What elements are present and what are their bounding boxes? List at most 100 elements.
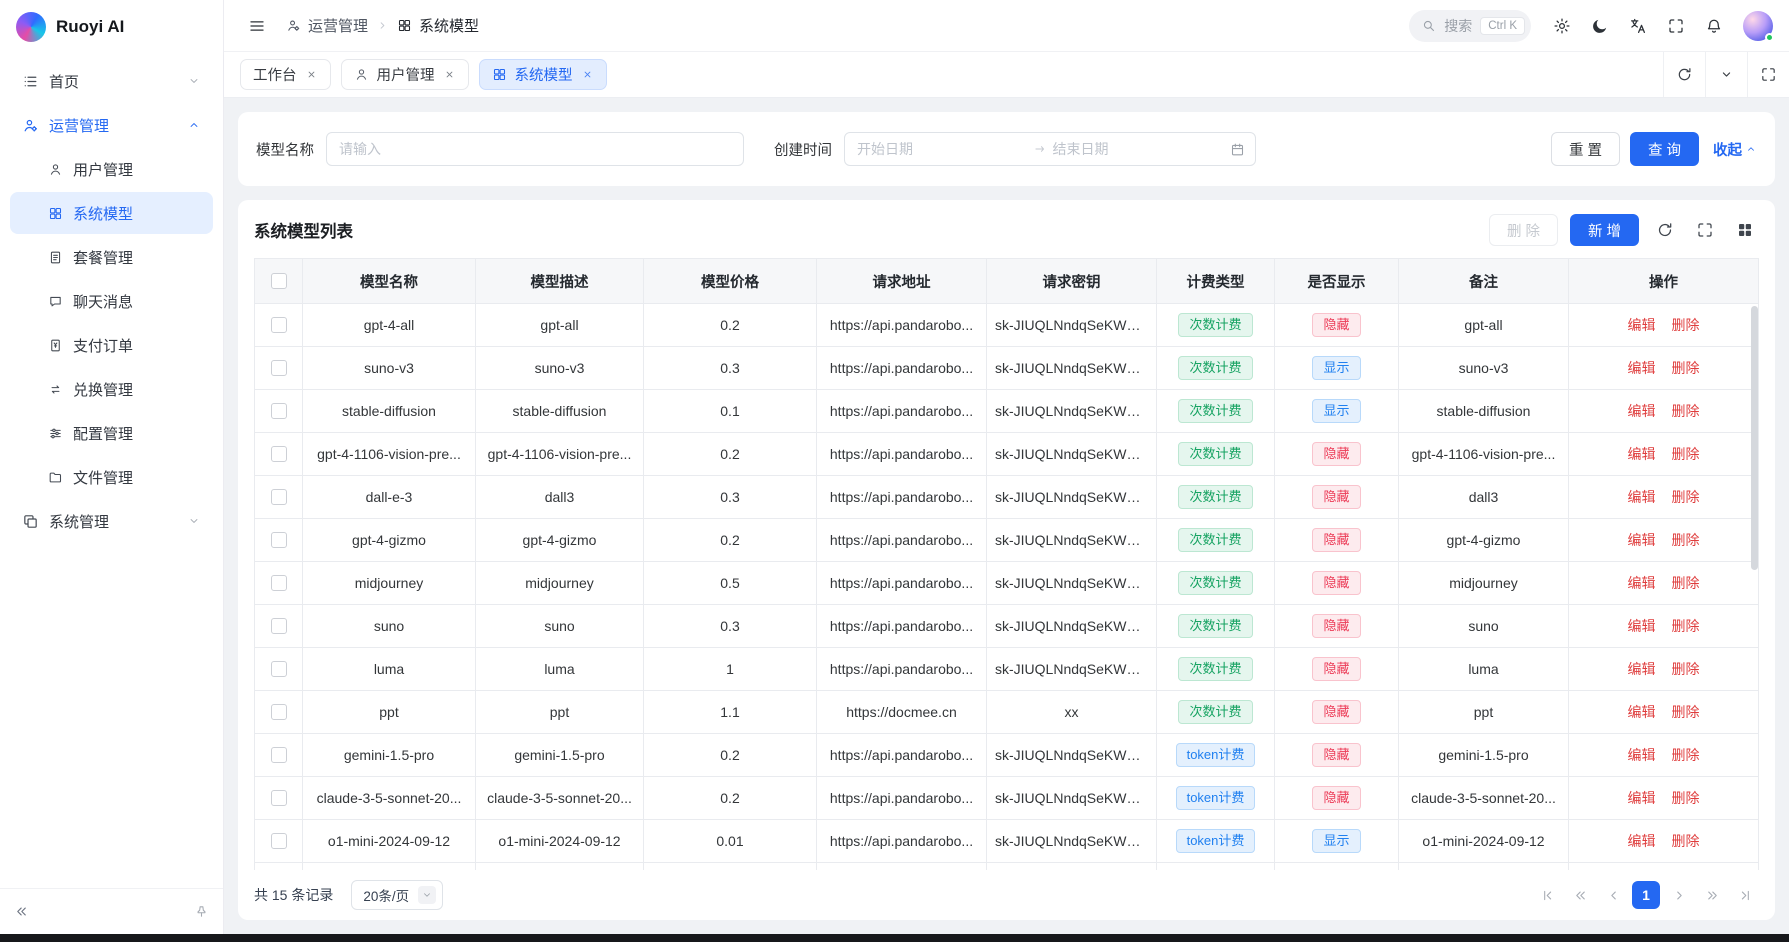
sidebar-item-system-management[interactable]: 系统管理 [10, 500, 213, 542]
delete-link[interactable]: 删除 [1672, 790, 1700, 806]
notifications-button[interactable] [1697, 9, 1731, 43]
sidebar-item-operations[interactable]: 运营管理 [10, 104, 213, 146]
prev-page-button[interactable] [1599, 881, 1627, 909]
row-checkbox[interactable] [271, 618, 287, 634]
sidebar-collapse-button[interactable] [14, 904, 29, 919]
refresh-page-button[interactable] [1663, 52, 1705, 97]
close-icon[interactable] [581, 68, 594, 81]
sidebar-item-config-management[interactable]: 配置管理 [10, 412, 213, 454]
delete-link[interactable]: 删除 [1672, 747, 1700, 763]
language-button[interactable] [1621, 9, 1655, 43]
tab-user-management[interactable]: 用户管理 [341, 59, 469, 90]
delete-link[interactable]: 删除 [1672, 833, 1700, 849]
refresh-table-button[interactable] [1651, 216, 1679, 244]
hamburger-menu-button[interactable] [240, 9, 274, 43]
close-icon[interactable] [305, 68, 318, 81]
tab-system-model[interactable]: 系统模型 [479, 59, 607, 90]
delete-link[interactable]: 删除 [1672, 360, 1700, 376]
sidebar-item-label: 兑换管理 [73, 379, 201, 400]
delete-link[interactable]: 删除 [1672, 446, 1700, 462]
pin-sidebar-button[interactable] [194, 904, 209, 919]
row-checkbox[interactable] [271, 790, 287, 806]
cell-request-url: https://api.pandarobo... [817, 820, 987, 863]
page-1-button[interactable]: 1 [1632, 881, 1660, 909]
row-checkbox[interactable] [271, 489, 287, 505]
row-checkbox[interactable] [271, 446, 287, 462]
sidebar-item-redeem-management[interactable]: 兑换管理 [10, 368, 213, 410]
cell-request-url: https://docmee.cn [817, 691, 987, 734]
row-checkbox[interactable] [271, 704, 287, 720]
settings-button[interactable] [1545, 9, 1579, 43]
first-page-button[interactable] [1533, 881, 1561, 909]
sidebar-item-user-management[interactable]: 用户管理 [10, 148, 213, 190]
edit-link[interactable]: 编辑 [1628, 661, 1656, 677]
user-avatar[interactable] [1743, 11, 1773, 41]
app-logo[interactable]: Ruoyi AI [0, 0, 223, 54]
delete-link[interactable]: 删除 [1672, 317, 1700, 333]
delete-link[interactable]: 删除 [1672, 532, 1700, 548]
sidebar-item-file-management[interactable]: 文件管理 [10, 456, 213, 498]
row-checkbox[interactable] [271, 661, 287, 677]
edit-link[interactable]: 编辑 [1628, 446, 1656, 462]
display-status-tag: 隐藏 [1312, 743, 1360, 768]
tab-workbench[interactable]: 工作台 [240, 59, 331, 90]
edit-link[interactable]: 编辑 [1628, 403, 1656, 419]
delete-link[interactable]: 删除 [1672, 661, 1700, 677]
edit-link[interactable]: 编辑 [1628, 704, 1656, 720]
jump-back-button[interactable] [1566, 881, 1594, 909]
tab-options-button[interactable] [1705, 52, 1747, 97]
delete-link[interactable]: 删除 [1672, 403, 1700, 419]
date-range-picker[interactable]: 开始日期 结束日期 [844, 132, 1256, 166]
page-size-select[interactable]: 20条/页 [351, 880, 443, 910]
row-checkbox[interactable] [271, 575, 287, 591]
sidebar-item-chat-messages[interactable]: 聊天消息 [10, 280, 213, 322]
batch-delete-button[interactable]: 删 除 [1489, 214, 1558, 246]
jump-forward-button[interactable] [1698, 881, 1726, 909]
edit-link[interactable]: 编辑 [1628, 317, 1656, 333]
edit-link[interactable]: 编辑 [1628, 532, 1656, 548]
global-search[interactable]: 搜索 Ctrl K [1409, 10, 1531, 42]
row-checkbox[interactable] [271, 747, 287, 763]
row-checkbox[interactable] [271, 317, 287, 333]
edit-link[interactable]: 编辑 [1628, 489, 1656, 505]
edit-link[interactable]: 编辑 [1628, 790, 1656, 806]
table-fullscreen-button[interactable] [1691, 216, 1719, 244]
sidebar-item-home[interactable]: 首页 [10, 60, 213, 102]
breadcrumb-item-operations[interactable]: 运营管理 [286, 15, 368, 36]
next-page-button[interactable] [1665, 881, 1693, 909]
user-icon [48, 162, 63, 177]
column-settings-button[interactable] [1731, 216, 1759, 244]
collapse-filter-button[interactable]: 收起 [1713, 139, 1757, 160]
select-all-checkbox[interactable] [271, 273, 287, 289]
fullscreen-button[interactable] [1659, 9, 1693, 43]
close-icon[interactable] [443, 68, 456, 81]
cell-display-status: 隐藏 [1275, 691, 1399, 734]
row-checkbox[interactable] [271, 833, 287, 849]
edit-link[interactable]: 编辑 [1628, 833, 1656, 849]
breadcrumb-item-system-model[interactable]: 系统模型 [397, 15, 479, 36]
search-button[interactable]: 查 询 [1630, 132, 1699, 166]
add-button[interactable]: 新 增 [1570, 214, 1639, 246]
last-page-button[interactable] [1731, 881, 1759, 909]
delete-link[interactable]: 删除 [1672, 704, 1700, 720]
delete-link[interactable]: 删除 [1672, 575, 1700, 591]
model-name-input[interactable] [326, 132, 744, 166]
edit-link[interactable]: 编辑 [1628, 360, 1656, 376]
cell-request-key: sk-JIUQLNndqSeKWU... [987, 347, 1157, 390]
row-checkbox[interactable] [271, 532, 287, 548]
sidebar-item-system-model[interactable]: 系统模型 [10, 192, 213, 234]
sidebar-item-package-management[interactable]: 套餐管理 [10, 236, 213, 278]
dark-mode-button[interactable] [1583, 9, 1617, 43]
edit-link[interactable]: 编辑 [1628, 747, 1656, 763]
edit-link[interactable]: 编辑 [1628, 618, 1656, 634]
row-checkbox[interactable] [271, 403, 287, 419]
reset-button[interactable]: 重 置 [1551, 132, 1620, 166]
delete-link[interactable]: 删除 [1672, 489, 1700, 505]
sidebar-item-payment-orders[interactable]: 支付订单 [10, 324, 213, 366]
delete-link[interactable]: 删除 [1672, 618, 1700, 634]
content-fullscreen-button[interactable] [1747, 52, 1789, 97]
cell-model-desc: gpt-4-1106-vision-pre... [476, 433, 644, 476]
table-scrollbar[interactable] [1751, 306, 1758, 570]
edit-link[interactable]: 编辑 [1628, 575, 1656, 591]
row-checkbox[interactable] [271, 360, 287, 376]
